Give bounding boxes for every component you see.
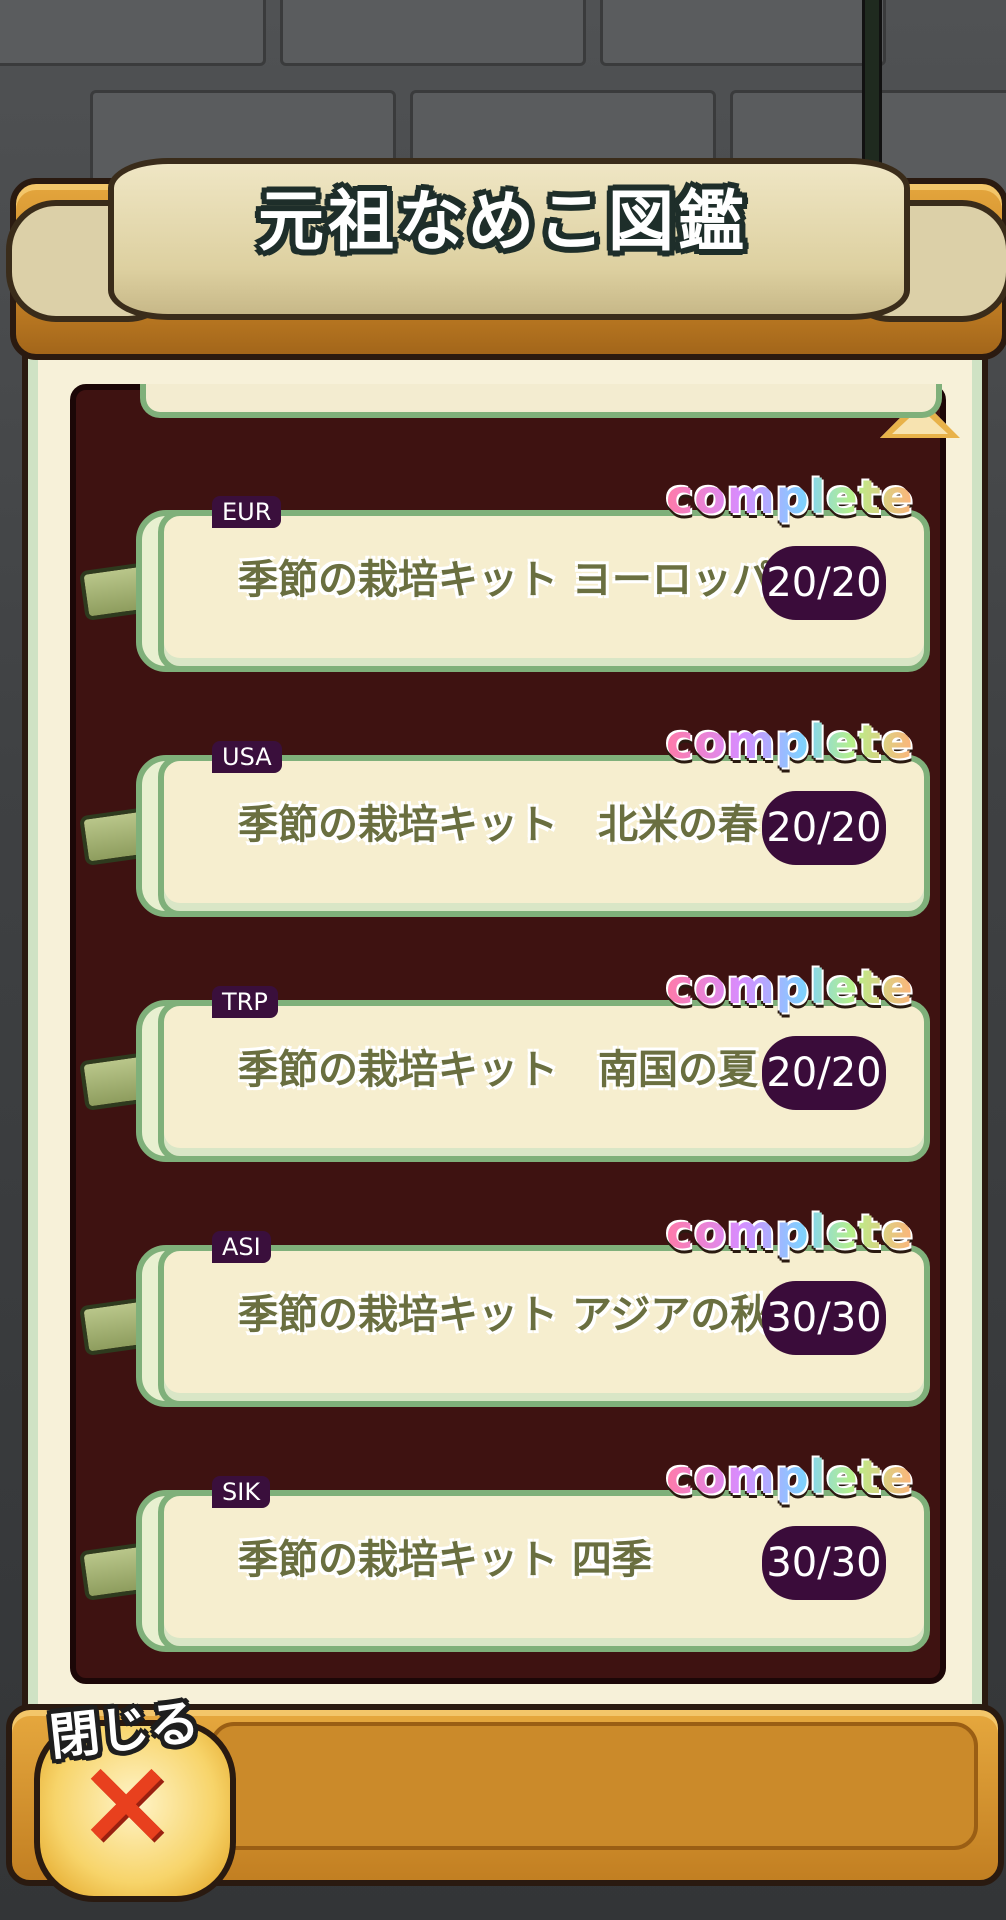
complete-badge: complete [666,715,914,769]
region-code-tag: EUR [212,496,282,528]
complete-badge: complete [666,1450,914,1504]
list-item-partial [140,384,942,418]
region-code-tag: ASI [212,1231,271,1263]
kit-name: 季節の栽培キット ヨーロッパの冬 [238,557,768,603]
region-code-tag: TRP [212,986,278,1018]
collection-count: 30/30 [762,1281,886,1355]
kit-item-eur[interactable]: EUR 季節の栽培キット ヨーロッパの冬 20/20 complete [78,470,938,672]
collection-count: 20/20 [762,1036,886,1110]
kit-name: 季節の栽培キット 北米の春 [238,802,758,848]
footer-inset [210,1722,978,1850]
kit-name: 季節の栽培キット 四季 [238,1537,652,1583]
kit-item-usa[interactable]: USA 季節の栽培キット 北米の春 20/20 complete [78,715,938,917]
complete-badge: complete [666,1205,914,1259]
kit-name: 季節の栽培キット 南国の夏 [238,1047,758,1093]
collection-count: 20/20 [762,546,886,620]
complete-badge: complete [666,960,914,1014]
region-code-tag: SIK [212,1476,271,1508]
kit-item-trp[interactable]: TRP 季節の栽培キット 南国の夏 20/20 complete [78,960,938,1162]
region-code-tag: USA [212,741,282,773]
page-title: 元祖なめこ図鑑 [258,183,748,260]
kit-name: 季節の栽培キット アジアの秋 [238,1292,768,1338]
complete-badge: complete [666,470,914,524]
collection-count: 20/20 [762,791,886,865]
kit-item-sik[interactable]: SIK 季節の栽培キット 四季 30/30 complete [78,1450,938,1652]
collection-count: 30/30 [762,1526,886,1600]
kit-item-asi[interactable]: ASI 季節の栽培キット アジアの秋 30/30 complete [78,1205,938,1407]
